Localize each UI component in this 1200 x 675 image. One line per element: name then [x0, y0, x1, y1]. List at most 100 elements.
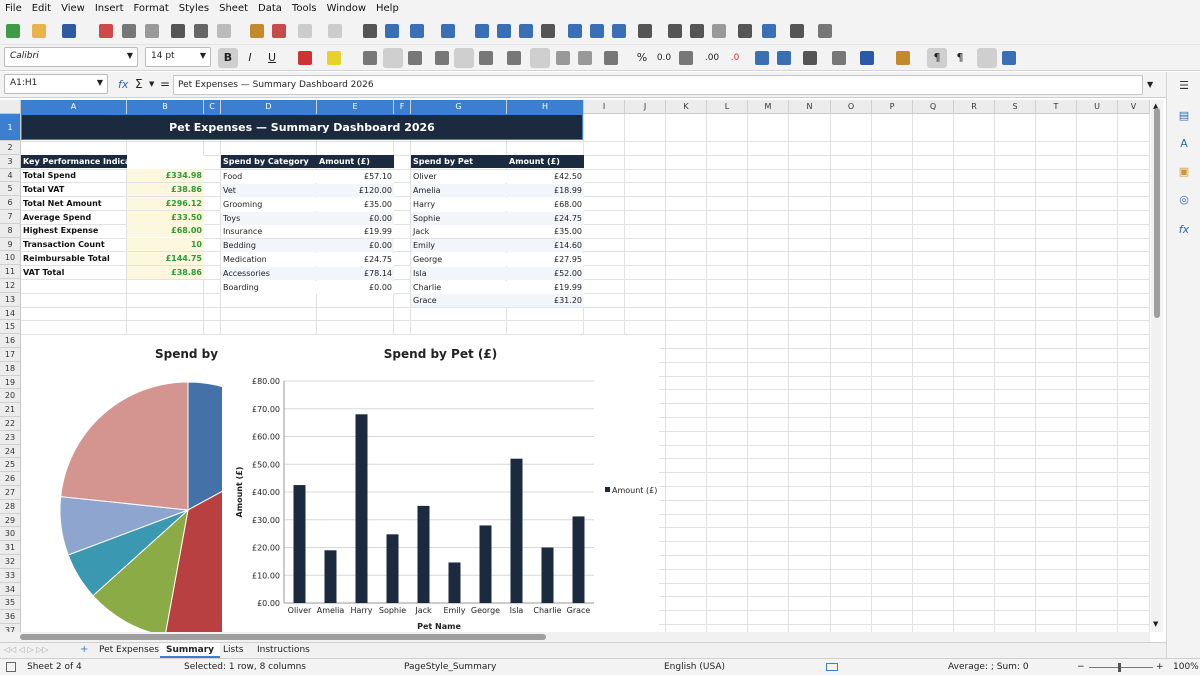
pet-amount[interactable]: £31.20 [507, 294, 584, 308]
pet-name[interactable]: Isla [411, 266, 507, 280]
horizontal-scrollbar[interactable] [0, 632, 1150, 642]
category-amount[interactable]: £0.00 [317, 211, 394, 225]
kpi-label[interactable]: Total Net Amount [21, 197, 127, 210]
add-sheet-icon[interactable]: + [80, 644, 88, 655]
pivot-table-icon[interactable] [612, 24, 626, 38]
category-amount[interactable]: £0.00 [317, 280, 394, 294]
align-center-button[interactable] [383, 48, 403, 68]
comment-icon[interactable] [690, 24, 704, 38]
italic-button[interactable]: I [240, 48, 260, 68]
chevron-down-icon[interactable]: ▼ [149, 80, 154, 88]
show-draw-functions-icon[interactable] [818, 24, 832, 38]
align-middle-button[interactable] [454, 48, 474, 68]
bar-chart-object[interactable]: Spend by Pet (£) £0.00 £10.00 £20.00 £30.00… [222, 335, 659, 632]
decrease-indent-icon[interactable] [777, 51, 791, 65]
export-pdf-icon[interactable] [99, 24, 113, 38]
category-amount[interactable]: £120.00 [317, 183, 394, 197]
spreadsheet-grid[interactable]: ABCDEFGHIJKLMNOPQRSTUV 1 2 3 4 5 6 7 8 9 10 11 12 13… [0, 100, 1150, 632]
properties-icon[interactable]: ▤ [1176, 108, 1192, 124]
kpi-value[interactable]: £33.50 [127, 210, 204, 224]
row-header-35[interactable]: 35 [0, 596, 21, 611]
column-header-b[interactable]: B [127, 100, 204, 114]
vertical-scrollbar[interactable]: ▲ ▼ [1151, 100, 1163, 632]
row-header-21[interactable]: 21 [0, 403, 21, 417]
category-amount[interactable]: £0.00 [317, 239, 394, 253]
category-amount[interactable]: £19.99 [317, 225, 394, 239]
row-header-10[interactable]: 10 [0, 251, 21, 266]
row-header-32[interactable]: 32 [0, 555, 21, 569]
category-amount-header[interactable]: Amount (£) [317, 155, 394, 168]
column-header-j[interactable]: J [625, 100, 666, 114]
menu-item-data[interactable]: Data [253, 3, 287, 14]
menu-item-window[interactable]: Window [322, 3, 371, 14]
status-sheet[interactable]: Sheet 2 of 4 [27, 659, 82, 675]
pet-name[interactable]: Jack [411, 225, 507, 239]
pet-amount[interactable]: £19.99 [507, 280, 584, 294]
kpi-label[interactable]: Highest Expense [21, 224, 127, 237]
pet-amount[interactable]: £18.99 [507, 183, 584, 197]
column-header-i[interactable]: I [584, 100, 625, 114]
row-header-20[interactable]: 20 [0, 389, 21, 404]
status-sum[interactable]: Average: ; Sum: 0 [948, 659, 1029, 675]
dashboard-title[interactable]: Pet Expenses — Summary Dashboard 2026 [21, 114, 583, 140]
gallery-icon[interactable]: ▣ [1176, 164, 1192, 180]
column-header-s[interactable]: S [995, 100, 1036, 114]
menu-item-sheet[interactable]: Sheet [214, 3, 253, 14]
kpi-value[interactable]: £38.86 [127, 182, 204, 196]
kpi-value[interactable]: £296.12 [127, 196, 204, 210]
category-amount[interactable]: £35.00 [317, 197, 394, 211]
pie-chart-object[interactable]: Spend by C [21, 335, 241, 632]
scroll-down-icon[interactable]: ▼ [1153, 620, 1158, 628]
pet-amount[interactable]: £68.00 [507, 197, 584, 211]
category-name[interactable]: Insurance [221, 225, 317, 239]
autofilter-icon[interactable] [541, 24, 555, 38]
pet-amount[interactable]: £14.60 [507, 239, 584, 253]
wrap-text-icon[interactable] [507, 51, 521, 65]
border-style-icon[interactable] [832, 51, 846, 65]
sort-ascending-icon[interactable] [497, 24, 511, 38]
row-header-1[interactable]: 1 [0, 114, 21, 141]
sort-icon[interactable] [475, 24, 489, 38]
zoom-in-icon[interactable]: + [1156, 659, 1164, 675]
merge-center-button[interactable] [530, 48, 550, 68]
category-name[interactable]: Food [221, 170, 317, 184]
date-format-icon[interactable] [679, 51, 693, 65]
borders-icon[interactable] [803, 51, 817, 65]
category-name[interactable]: Toys [221, 211, 317, 225]
split-window-icon[interactable] [790, 24, 804, 38]
row-header-14[interactable]: 14 [0, 306, 21, 321]
styles-icon[interactable]: A [1176, 136, 1192, 152]
clear-formatting-icon[interactable] [272, 24, 286, 38]
kpi-label[interactable]: Reimbursable Total [21, 252, 127, 265]
delete-decimal-button[interactable]: .0 [725, 48, 745, 68]
redo-icon[interactable] [328, 24, 342, 38]
kpi-value[interactable]: £68.00 [127, 224, 204, 238]
vertical-text-icon[interactable] [1002, 51, 1016, 65]
row-header-31[interactable]: 31 [0, 541, 21, 555]
chevron-down-icon[interactable]: ▼ [97, 78, 103, 87]
category-amount[interactable]: £78.14 [317, 266, 394, 280]
category-amount[interactable]: £57.10 [317, 170, 394, 184]
row-header-4[interactable]: 4 [0, 168, 21, 183]
menu-item-help[interactable]: Help [371, 3, 404, 14]
define-print-area-icon[interactable] [738, 24, 752, 38]
row-header-3[interactable]: 3 [0, 154, 21, 169]
status-language[interactable]: English (USA) [664, 659, 725, 675]
status-page-style[interactable]: PageStyle_Summary [404, 659, 496, 675]
vertical-scroll-thumb[interactable] [1154, 108, 1160, 318]
expand-formula-bar-icon[interactable]: ▼ [1147, 80, 1153, 89]
conditional-format-icon[interactable] [896, 51, 910, 65]
insert-image-icon[interactable] [568, 24, 582, 38]
menu-item-file[interactable]: File [0, 3, 27, 14]
add-decimal-button[interactable]: .00 [702, 48, 722, 68]
menu-item-edit[interactable]: Edit [27, 3, 56, 14]
percent-format-button[interactable]: % [632, 48, 652, 68]
cut-icon[interactable] [171, 24, 185, 38]
highlight-color-icon[interactable] [327, 51, 341, 65]
align-top-icon[interactable] [435, 51, 449, 65]
chevron-down-icon[interactable]: ▼ [200, 51, 206, 60]
row-header-23[interactable]: 23 [0, 430, 21, 445]
category-amount[interactable]: £24.75 [317, 252, 394, 266]
column-header-u[interactable]: U [1077, 100, 1118, 114]
pet-name[interactable]: Oliver [411, 170, 507, 184]
